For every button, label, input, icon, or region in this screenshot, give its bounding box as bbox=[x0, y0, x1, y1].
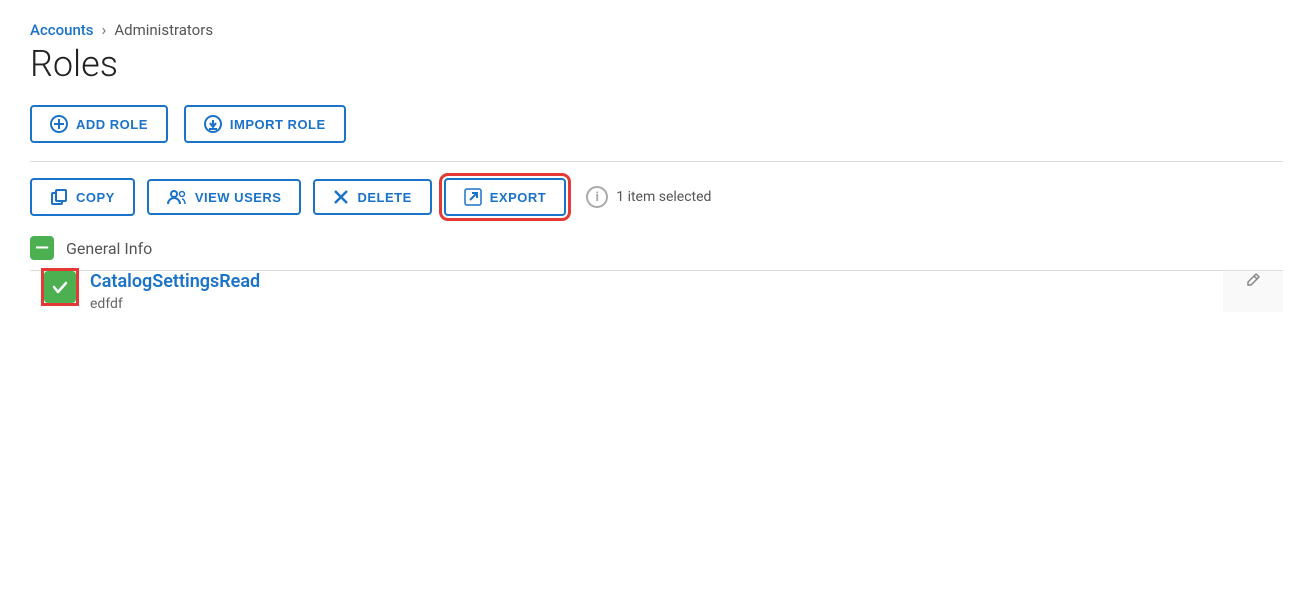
breadcrumb-accounts[interactable]: Accounts bbox=[30, 21, 94, 39]
table-row: CatalogSettingsRead edfdf bbox=[30, 271, 1283, 313]
view-users-button[interactable]: VIEW USERS bbox=[147, 179, 302, 215]
import-role-label: IMPORT ROLE bbox=[230, 117, 326, 132]
copy-button[interactable]: COPY bbox=[30, 178, 135, 216]
page-title: Roles bbox=[30, 43, 1283, 85]
copy-label: COPY bbox=[76, 190, 115, 205]
row-selector-highlight bbox=[44, 271, 76, 303]
row-edit-cell[interactable] bbox=[1223, 271, 1283, 313]
breadcrumb-separator: › bbox=[102, 20, 107, 39]
add-role-label: ADD ROLE bbox=[76, 117, 148, 132]
edit-icon[interactable] bbox=[1244, 273, 1262, 294]
roles-table: CatalogSettingsRead edfdf bbox=[30, 270, 1283, 312]
collapse-icon[interactable]: — bbox=[30, 236, 54, 260]
role-name[interactable]: CatalogSettingsRead bbox=[90, 271, 1223, 292]
users-icon bbox=[167, 189, 187, 205]
section-header: — General Info bbox=[30, 236, 1283, 270]
add-role-button[interactable]: ADD ROLE bbox=[30, 105, 168, 143]
delete-button[interactable]: DELETE bbox=[313, 179, 431, 215]
view-users-label: VIEW USERS bbox=[195, 190, 282, 205]
info-icon: i bbox=[586, 186, 608, 208]
selected-count: 1 item selected bbox=[616, 189, 711, 205]
divider bbox=[30, 161, 1283, 162]
export-label: EXPORT bbox=[490, 190, 546, 205]
selected-info-badge: i 1 item selected bbox=[586, 186, 711, 208]
row-checkbox[interactable] bbox=[44, 271, 76, 303]
import-role-button[interactable]: IMPORT ROLE bbox=[184, 105, 346, 143]
row-content-cell: CatalogSettingsRead edfdf bbox=[90, 271, 1223, 313]
export-icon bbox=[464, 188, 482, 206]
row-selector-cell[interactable] bbox=[30, 271, 90, 313]
section-label: General Info bbox=[66, 239, 152, 258]
breadcrumb-current: Administrators bbox=[114, 21, 213, 39]
role-description: edfdf bbox=[90, 296, 1223, 312]
breadcrumb: Accounts › Administrators bbox=[30, 20, 1283, 39]
add-icon bbox=[50, 115, 68, 133]
delete-label: DELETE bbox=[357, 190, 411, 205]
import-icon bbox=[204, 115, 222, 133]
row-actions: COPY VIEW USERS DELETE bbox=[30, 178, 1283, 216]
copy-icon bbox=[50, 188, 68, 206]
export-button[interactable]: EXPORT bbox=[444, 178, 566, 216]
delete-icon bbox=[333, 189, 349, 205]
top-actions: ADD ROLE IMPORT ROLE bbox=[30, 105, 1283, 143]
